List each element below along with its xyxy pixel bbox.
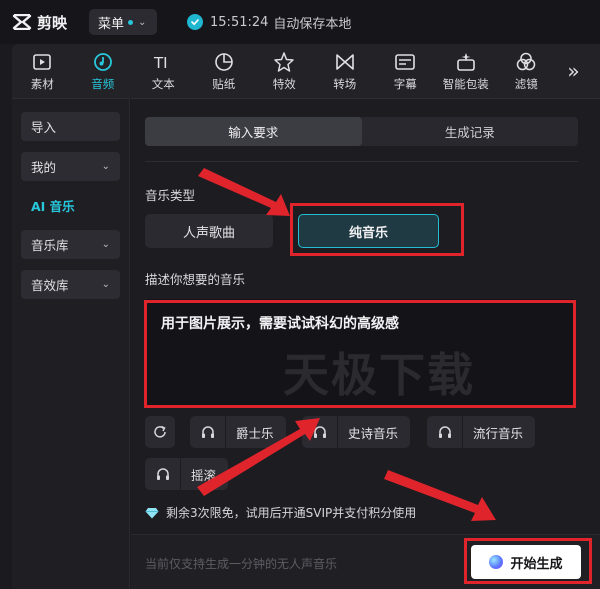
diamond-icon (145, 507, 159, 518)
menu-button[interactable]: 菜单 ⌄ (89, 9, 158, 35)
description-text: 用于图片展示，需要试试科幻的高级感 (161, 316, 399, 332)
title-bar: 剪映 菜单 ⌄ 15:51:24 自动保存本地 (0, 0, 600, 44)
headphones-icon (145, 458, 181, 490)
smart-pack-icon (456, 52, 475, 71)
tab-filter[interactable]: 滤镜 (496, 44, 557, 98)
sidebar-item-label: AI 音乐 (31, 199, 75, 214)
tab-label: 素材 (30, 76, 54, 91)
sticker-icon (214, 52, 233, 71)
chevron-down-icon: ⌄ (138, 16, 147, 28)
start-button-label: 开始生成 (510, 556, 563, 572)
free-quota-notice: 剩余3次限免，试用后开通SVIP并支付积分使用 (145, 504, 416, 521)
sidebar-item-ai-music[interactable]: AI 音乐 (21, 191, 120, 220)
tab-audio[interactable]: 音频 (73, 44, 134, 98)
tab-generation-history[interactable]: 生成记录 (362, 117, 579, 146)
sidebar-item-label: 我的 (31, 160, 57, 175)
tab-label: 音频 (91, 76, 115, 91)
style-chip-epic[interactable]: 史诗音乐 (302, 416, 411, 448)
sidebar-item-label: 音效库 (31, 278, 69, 293)
tab-text[interactable]: TI 文本 (133, 44, 194, 98)
more-tabs-button[interactable]: » (557, 44, 591, 98)
sidebar-item-sfx-library[interactable]: 音效库 ⌄ (21, 270, 120, 299)
chip-label: 爵士乐 (236, 425, 274, 441)
headphones-icon (302, 416, 338, 448)
transition-icon (335, 53, 354, 70)
tab-input-requirements[interactable]: 输入要求 (145, 117, 362, 146)
tab-subtitle[interactable]: 字幕 (375, 44, 436, 98)
style-chip-pop[interactable]: 流行音乐 (427, 416, 536, 448)
tab-sticker[interactable]: 贴纸 (194, 44, 255, 98)
music-description-input[interactable]: 用于图片展示，需要试试科幻的高级感 天极下载 (145, 299, 576, 407)
check-circle-icon (187, 14, 204, 30)
sidebar-item-music-library[interactable]: 音乐库 ⌄ (21, 230, 120, 259)
app-name: 剪映 (37, 13, 68, 32)
panel-tabs: 输入要求 生成记录 (145, 117, 578, 146)
divider (145, 161, 578, 162)
effects-icon (274, 51, 294, 72)
ai-orb-icon (489, 555, 504, 569)
tab-label: 转场 (333, 76, 357, 91)
capcut-logo-icon (12, 14, 32, 30)
menu-notification-dot (128, 19, 134, 25)
chevron-down-icon: ⌄ (101, 161, 110, 172)
chip-label: 摇滚 (191, 467, 217, 483)
double-chevron-right-icon: » (567, 59, 580, 83)
tab-label: 智能包装 (442, 76, 489, 91)
generation-limit-note: 当前仅支持生成一分钟的无人声音乐 (145, 557, 338, 571)
tab-effects[interactable]: 特效 (254, 44, 315, 98)
tab-smart-pack[interactable]: 智能包装 (436, 44, 497, 98)
save-time: 15:51:24 (210, 14, 269, 30)
chip-label: 史诗音乐 (348, 425, 399, 441)
autosave-status: 15:51:24 自动保存本地 (187, 13, 351, 32)
watermark-text: 天极下载 (283, 348, 475, 402)
tab-media[interactable]: 素材 (12, 44, 73, 98)
tab-label: 贴纸 (212, 76, 236, 91)
save-text: 自动保存本地 (273, 16, 352, 32)
text-icon: TI (153, 54, 168, 72)
chevron-down-icon: ⌄ (101, 279, 110, 290)
style-chip-jazz[interactable]: 爵士乐 (190, 416, 286, 448)
describe-music-label: 描述你想要的音乐 (145, 272, 246, 287)
tab-label: 滤镜 (514, 76, 538, 91)
tab-label: 特效 (272, 76, 296, 91)
quota-text: 剩余3次限免，试用后开通SVIP并支付积分使用 (166, 506, 417, 520)
sidebar-item-mine[interactable]: 我的 ⌄ (21, 152, 120, 181)
app-logo: 剪映 (12, 12, 67, 33)
subtitle-icon (395, 53, 416, 70)
tab-label: 字幕 (393, 76, 417, 91)
chevron-down-icon: ⌄ (101, 239, 110, 250)
vocal-song-option[interactable]: 人声歌曲 (145, 214, 273, 248)
filter-icon (517, 52, 536, 70)
svg-text:TI: TI (153, 54, 168, 72)
main-toolbar: 素材 音频 TI 文本 贴纸 特效 转场 字幕 智能包装 滤镜 » (12, 44, 600, 98)
headphones-icon (190, 416, 226, 448)
tab-label: 文本 (151, 76, 175, 91)
headphones-icon (427, 416, 463, 448)
panel-footer: 当前仅支持生成一分钟的无人声音乐 开始生成 (131, 534, 600, 589)
chip-label: 流行音乐 (473, 425, 524, 441)
audio-sidebar: 导入 我的 ⌄ AI 音乐 音乐库 ⌄ 音效库 ⌄ (12, 98, 130, 589)
tab-transition[interactable]: 转场 (315, 44, 376, 98)
refresh-suggestions-button[interactable] (145, 416, 175, 448)
instrumental-option[interactable]: 纯音乐 (298, 214, 439, 248)
sidebar-item-import[interactable]: 导入 (21, 112, 120, 141)
refresh-icon (154, 425, 166, 438)
style-chip-rock[interactable]: 摇滚 (145, 458, 229, 490)
media-icon (33, 53, 52, 70)
music-type-label: 音乐类型 (145, 188, 196, 203)
audio-icon (93, 52, 112, 71)
sidebar-item-label: 音乐库 (31, 238, 69, 253)
menu-label: 菜单 (98, 16, 125, 32)
start-generate-button[interactable]: 开始生成 (471, 545, 581, 579)
sidebar-item-label: 导入 (31, 120, 57, 135)
ai-music-panel: 输入要求 生成记录 音乐类型 人声歌曲 纯音乐 描述你想要的音乐 用于图片展示，… (131, 98, 600, 589)
